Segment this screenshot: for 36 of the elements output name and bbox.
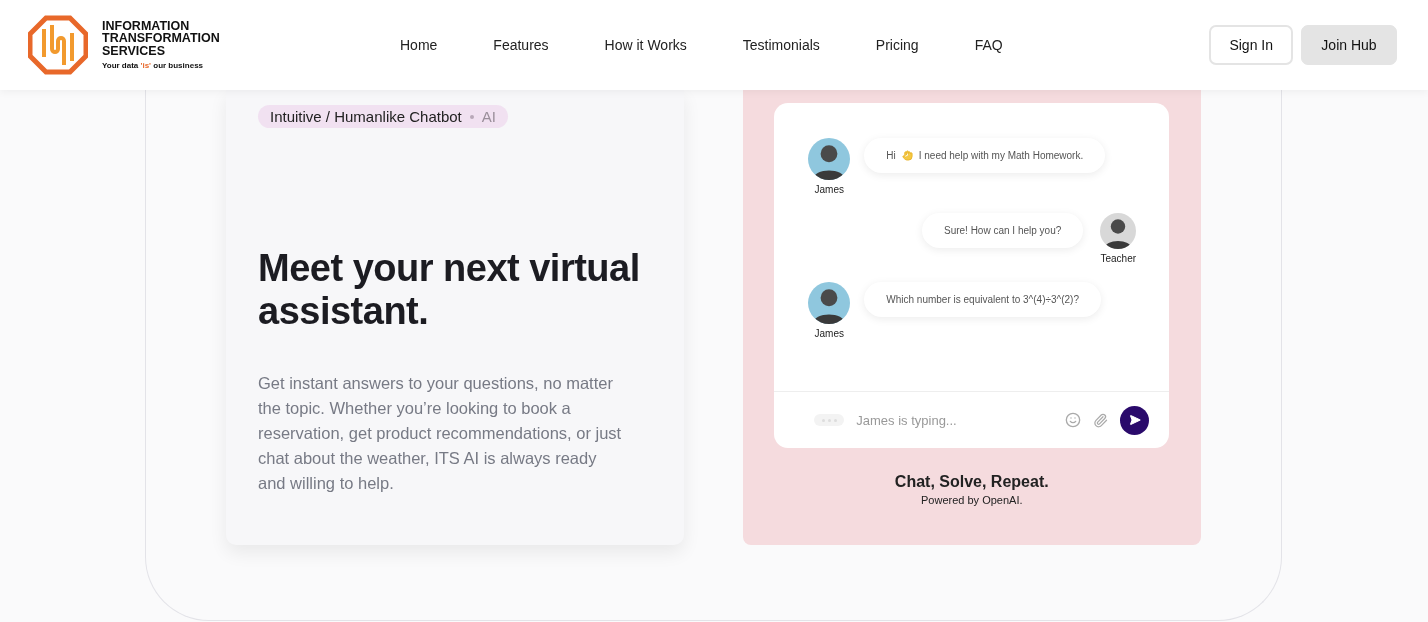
avatar-icon <box>808 138 851 180</box>
heading: Meet your next virtual assistant. <box>258 247 641 333</box>
nav-link[interactable]: FAQ <box>974 37 1003 53</box>
join-button[interactable]: Join Hub <box>1301 25 1397 65</box>
send-icon <box>1128 414 1141 426</box>
sign-in-button[interactable]: Sign In <box>1209 25 1293 65</box>
separator-dot-icon <box>469 114 474 119</box>
message-text: Sure! How can I help you? <box>943 225 1062 236</box>
avatar-icon <box>808 282 851 324</box>
paperclip-icon[interactable] <box>1093 412 1109 428</box>
typing-indicator-icon <box>814 414 845 426</box>
greeting-text: Hi <box>886 150 896 161</box>
brand-name: INFORMATION <box>102 19 191 33</box>
message-text: Which number is equivalent to 3^(4)÷3^(2)? <box>886 294 1079 305</box>
brand-tagline: Your data 'is' our business <box>102 61 205 71</box>
logo-icon <box>28 15 88 75</box>
nav-link[interactable]: Testimonials <box>742 37 820 53</box>
brand-name: SERVICES <box>102 44 166 58</box>
typing-status: James is typing... <box>856 412 958 428</box>
description: Get instant answers to your questions, no matter the topic. Whether you’re looking to book a reservation, get product recommendations, or just chat about the weather, ITS AI is always ready and willing to help. <box>258 373 623 494</box>
nav-link[interactable]: Features <box>493 37 549 53</box>
smile-icon[interactable] <box>1065 412 1082 428</box>
avatar-icon <box>1100 213 1137 249</box>
sender-name: James <box>814 184 844 195</box>
sender-name: James <box>814 328 844 339</box>
message-text: I need help with my Math Homework. <box>918 150 1084 161</box>
nav-link[interactable]: Home <box>400 37 438 53</box>
tag-label: Intuitive / Humanlike Chatbot <box>270 108 462 125</box>
chat-subcaption: Powered by OpenAI. <box>921 494 1023 506</box>
nav-link[interactable]: Pricing <box>875 37 919 53</box>
send-button[interactable] <box>1120 405 1150 435</box>
nav-link[interactable]: How it Works <box>604 37 687 53</box>
chat-caption: Chat, Solve, Repeat. <box>894 473 1049 491</box>
brand-name: TRANSFORMATION <box>102 32 220 45</box>
sender-name: Teacher <box>1100 253 1137 264</box>
tag-suffix: AI <box>481 108 496 125</box>
